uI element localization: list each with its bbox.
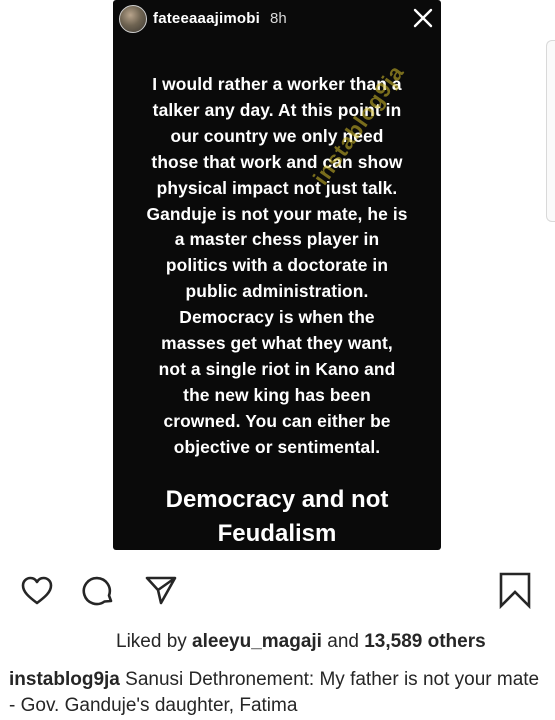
story-headline-line: Feudalism: [217, 520, 337, 547]
story-line: our country we only need: [170, 125, 384, 146]
story-body-text: I would rather a worker than a talker an…: [121, 72, 433, 461]
instagram-post: fateeaaajimobi 8h I would rather a worke…: [0, 0, 555, 720]
story-line: talker any day. At this point in: [152, 99, 402, 120]
story-avatar[interactable]: [119, 5, 147, 33]
story-line: politics with a doctorate in: [165, 255, 389, 276]
story-line: not a single riot in Kano and: [158, 358, 396, 379]
story-line: those that work and can show: [151, 151, 403, 172]
likes-count[interactable]: 13,589 others: [364, 631, 485, 652]
story-line: Democracy is when the: [179, 307, 375, 328]
bookmark-icon[interactable]: [497, 571, 531, 610]
heart-icon[interactable]: [20, 574, 54, 608]
likes-prefix: Liked by: [116, 631, 193, 652]
close-icon[interactable]: [411, 6, 435, 30]
caption-username[interactable]: instablog9ja: [9, 669, 120, 690]
scrollbar[interactable]: [546, 40, 555, 222]
story-line: a master chess player in: [174, 229, 380, 250]
share-icon[interactable]: [144, 573, 178, 607]
likes-summary[interactable]: Liked by aleeyu_magaji and 13,589 others: [116, 631, 486, 653]
post-caption: instablog9ja Sanusi Dethronement: My fat…: [9, 667, 549, 719]
story-line: masses get what they want,: [161, 333, 393, 354]
story-time: 8h: [270, 10, 287, 27]
comment-icon[interactable]: [82, 574, 116, 608]
story-line: physical impact not just talk.: [156, 177, 398, 198]
story-headline-line: Democracy and not: [165, 486, 389, 513]
story-line: I would rather a worker than a: [152, 74, 402, 94]
story-line: objective or sentimental.: [173, 436, 381, 457]
liked-by-user[interactable]: aleeyu_magaji: [192, 631, 322, 652]
story-headline: Democracy and not Feudalism: [121, 483, 433, 550]
story-line: crowned. You can either be: [163, 410, 391, 431]
story-username[interactable]: fateeaaajimobi: [153, 10, 260, 27]
story-screenshot: fateeaaajimobi 8h I would rather a worke…: [113, 0, 441, 550]
story-line: Ganduje is not your mate, he is: [146, 203, 408, 224]
story-header: fateeaaajimobi 8h: [113, 0, 441, 40]
likes-connector: and: [321, 631, 365, 652]
story-line: public administration.: [185, 281, 369, 302]
story-line: the new king has been: [183, 384, 371, 405]
